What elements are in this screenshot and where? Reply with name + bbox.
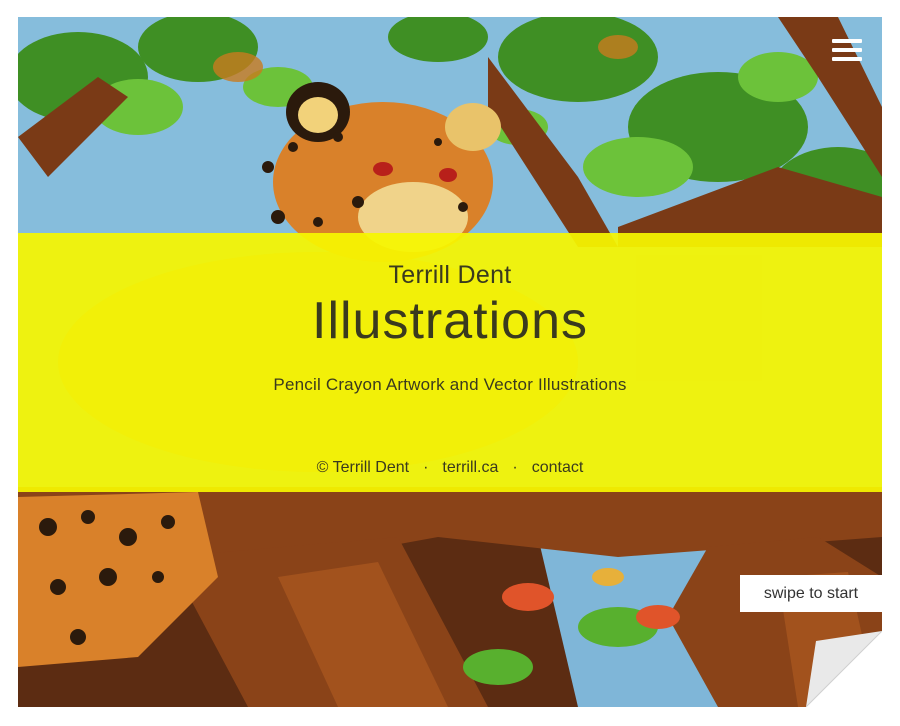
author-name: Terrill Dent	[388, 261, 512, 289]
separator: ·	[423, 459, 429, 476]
swipe-to-start-button[interactable]: swipe to start	[740, 575, 882, 612]
contact-link[interactable]: contact	[532, 459, 584, 476]
menu-line-middle	[832, 48, 862, 52]
page-curl-icon[interactable]	[805, 630, 882, 707]
cover-page[interactable]: Terrill Dent Illustrations Pencil Crayon…	[18, 17, 882, 707]
menu-line-bottom	[832, 57, 862, 61]
menu-line-top	[832, 39, 862, 43]
footer-links: © Terrill Dent · terrill.ca · contact	[18, 459, 882, 477]
site-link[interactable]: terrill.ca	[442, 459, 498, 476]
title-band: Terrill Dent Illustrations Pencil Crayon…	[18, 233, 882, 492]
copyright-text: © Terrill Dent	[316, 459, 410, 476]
separator: ·	[512, 459, 518, 476]
page-title: Illustrations	[312, 292, 588, 350]
hamburger-menu-icon[interactable]	[832, 37, 862, 63]
page-subtitle: Pencil Crayon Artwork and Vector Illustr…	[273, 375, 627, 394]
